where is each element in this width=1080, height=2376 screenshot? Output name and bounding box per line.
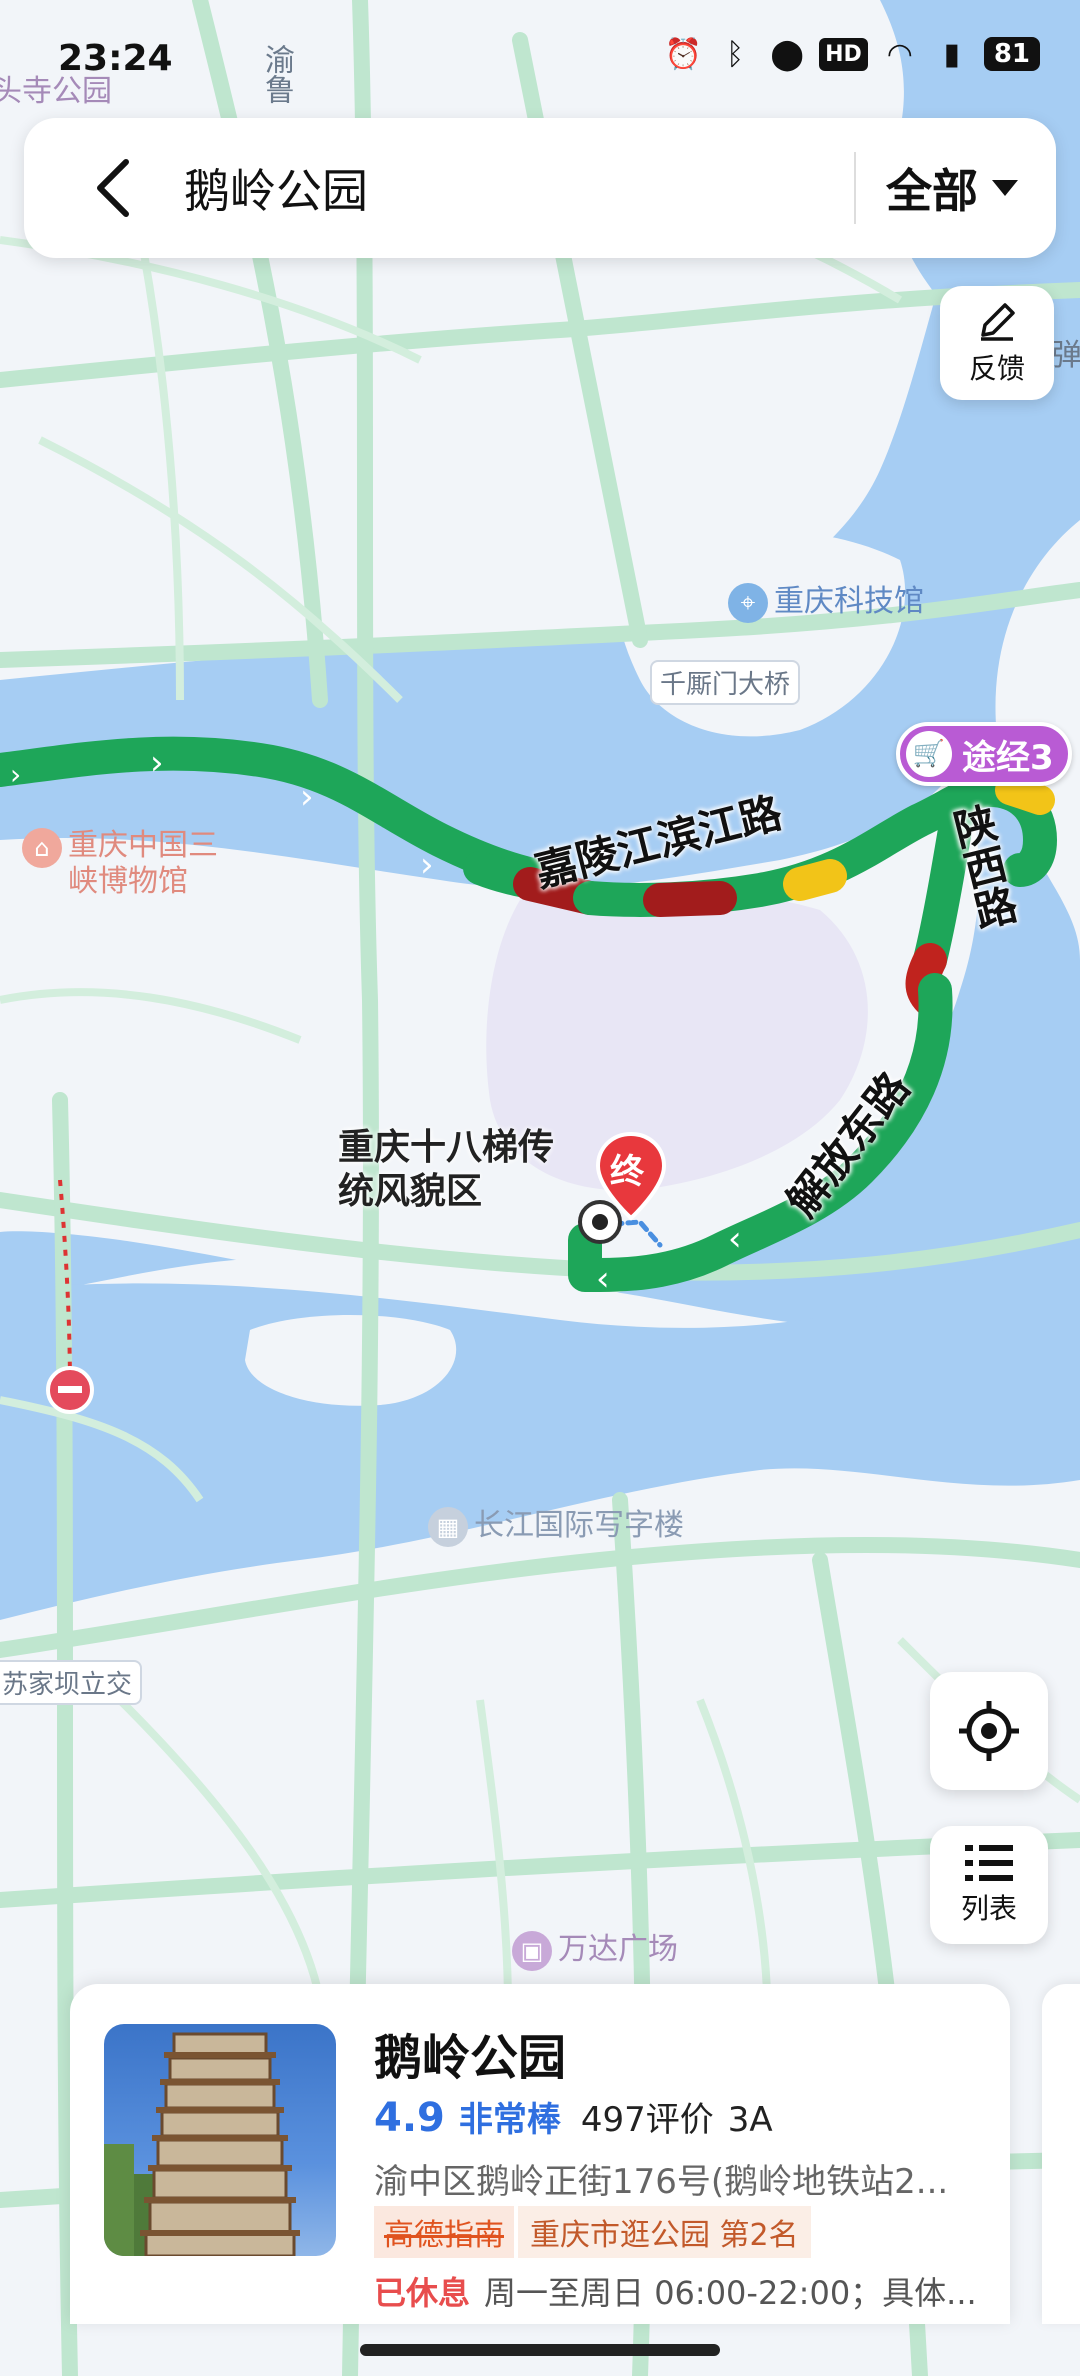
cart-icon: 🛒 [906,731,952,777]
destination-pin-text: 终 [610,1152,644,1192]
interchange-label[interactable]: 苏家坝立交 [0,1660,143,1705]
place-title: 鹅岭公园 [374,2030,567,2086]
battery-icon: 81 [983,37,1040,71]
destination-label-line2: 统风貌区 [338,1171,483,1212]
bridge-label[interactable]: 千厮门大桥 [650,660,801,705]
review-count: 497评价 [580,2100,714,2140]
map-label-wanda[interactable]: ▣ 万达广场 [512,1924,678,1971]
search-input[interactable]: 鹅岭公园 [184,155,854,221]
locate-button[interactable] [930,1672,1048,1790]
science-museum-label: 重庆科技馆 [774,584,924,619]
museum-icon: ⌂ [22,828,62,868]
svg-text:‹: ‹ [728,1219,742,1259]
alarm-icon: ⏰ [664,36,702,72]
museum-label-line1: 重庆中国三 [68,828,218,863]
svg-text:›: › [420,845,434,885]
hd-icon: HD [819,37,868,71]
list-button[interactable]: 列表 [930,1826,1048,1944]
back-button[interactable] [64,138,164,238]
place-thumbnail[interactable] [104,2024,336,2256]
next-card-peek[interactable] [1042,1984,1080,2324]
guide-tag: 高德指南 [374,2206,514,2258]
wifi-icon: ◠ [886,36,913,72]
svg-text:›: › [10,758,21,791]
search-bar[interactable]: 鹅岭公园 全部 [24,118,1056,258]
feedback-label: 反馈 [968,352,1025,385]
place-card[interactable]: 鹅岭公园 4.9 非常棒 497评价 3A 渝中区鹅岭正街176号(鹅岭地铁站2… [70,1984,1010,2324]
back-arrow-icon [97,159,129,217]
home-indicator[interactable] [360,2344,720,2356]
rank-tag[interactable]: 重庆市逛公园 第2名 [518,2206,811,2258]
status-icons: ⏰ ᛒ ⬤ HD ◠ ▮ 81 [663,34,1040,74]
museum-label-line2: 峡博物馆 [68,864,188,899]
map-label-edge: 弹 [1052,338,1080,373]
building-icon: ▦ [428,1506,468,1547]
hours-text: 周一至周日 06:00-22:00；具体... [484,2274,977,2312]
filter-dropdown[interactable]: 全部 [856,155,1056,221]
destination-label-line1: 重庆十八梯传 [338,1127,555,1168]
status-time: 23:24 [58,38,173,79]
pagoda-image [104,2032,300,2256]
signal-icon: ▮ [943,36,961,72]
shopping-icon: ▣ [512,1930,552,1971]
via-label: 途经3 [962,737,1054,778]
svg-text:‹: ‹ [596,1259,610,1299]
via-badge[interactable]: 🛒 途经3 [896,722,1072,786]
opening-hours: 已休息 周一至周日 06:00-22:00；具体... [374,2268,977,2314]
open-status: 已休息 [374,2274,471,2312]
office-label: 长江国际写字楼 [474,1508,684,1543]
grade-badge: 3A [727,2100,773,2140]
bluetooth-icon: ᛒ [726,36,745,72]
svg-text:›: › [300,777,314,817]
locate-icon [959,1701,1019,1761]
location-icon: ⬤ [770,36,804,72]
rating-text: 非常棒 [458,2100,561,2140]
pencil-icon [981,303,1015,341]
wanda-label: 万达广场 [558,1932,678,1967]
destination-label[interactable]: 重庆十八梯传 统风貌区 [338,1126,554,1214]
destination-pin-icon[interactable]: 终 [596,1132,666,1222]
science-museum-icon: ⌖ [728,582,768,623]
map-label-museum[interactable]: ⌂ 重庆中国三 峡博物馆 [22,828,218,900]
map-label-office[interactable]: ▦ 长江国际写字楼 [428,1500,684,1547]
rating-row: 4.9 非常棒 497评价 3A [374,2092,773,2141]
list-label: 列表 [960,1892,1017,1925]
status-bar: 23:24 ⏰ ᛒ ⬤ HD ◠ ▮ 81 [0,0,1080,110]
chevron-down-icon [992,180,1018,196]
rating-score: 4.9 [374,2095,445,2141]
feedback-button[interactable]: 反馈 [940,286,1054,400]
no-entry-marker [46,1366,94,1414]
tags-row: 高德指南 重庆市逛公园 第2名 [374,2206,811,2258]
map-label-science-museum[interactable]: ⌖ 重庆科技馆 [728,576,924,623]
svg-text:›: › [150,743,164,783]
place-address: 渝中区鹅岭正街176号(鹅岭地铁站2... [374,2162,949,2202]
filter-label: 全部 [886,164,978,218]
list-icon [965,1845,1013,1881]
